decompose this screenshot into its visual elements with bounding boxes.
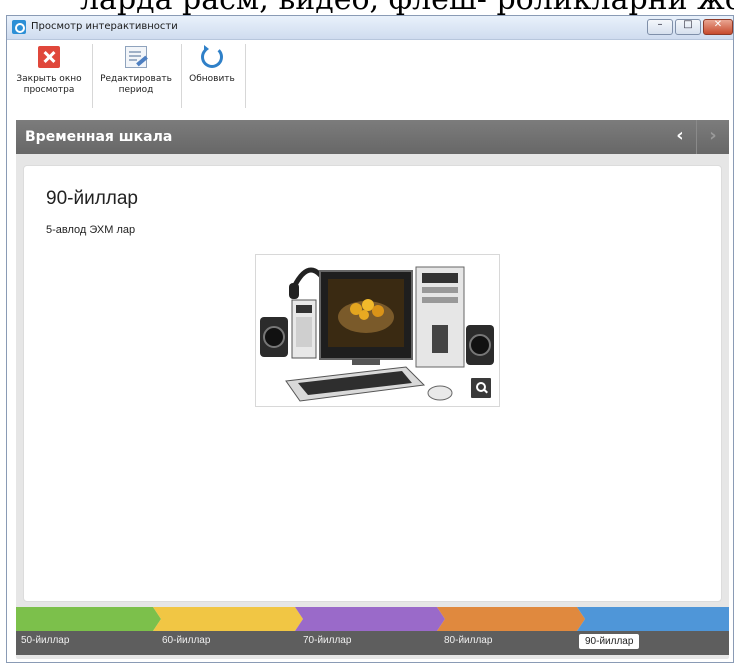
timeline-bar: 50-йиллар 60-йиллар 70-йиллар 80-йиллар …	[16, 607, 729, 655]
chevron-right-icon: ›	[709, 125, 717, 146]
window-title: Просмотр интерактивности	[31, 21, 178, 32]
content-subtitle: 5-авлод ЭХМ лар	[46, 224, 136, 236]
maximize-icon: □	[683, 19, 693, 30]
timeline-label-80s[interactable]: 80-йиллар	[444, 635, 492, 646]
app-icon	[12, 20, 26, 34]
timeline-panel: Временная шкала ‹ › 90-йиллар 5-авлод ЭХ…	[16, 120, 729, 659]
panel-header: Временная шкала ‹ ›	[16, 120, 729, 154]
timeline-label-60s[interactable]: 60-йиллар	[162, 635, 210, 646]
edit-period-label-1: Редактировать	[100, 74, 172, 84]
panel-title: Временная шкала	[25, 129, 173, 145]
toolbar: Закрыть окно просмотра Редактировать пер…	[7, 40, 733, 120]
previous-button[interactable]: ‹	[664, 120, 696, 154]
close-window-button[interactable]: ✕	[703, 19, 733, 35]
edit-period-button[interactable]: Редактировать период	[95, 46, 177, 96]
timeline-label-50s[interactable]: 50-йиллар	[21, 635, 69, 646]
close-icon: ✕	[713, 19, 723, 30]
timeline-label-90s[interactable]: 90-йиллар	[579, 634, 640, 649]
timeline-segment-50s	[16, 607, 161, 631]
maximize-button[interactable]: □	[675, 19, 701, 35]
content-image[interactable]	[255, 254, 500, 407]
content-card: 90-йиллар 5-авлод ЭХМ лар	[23, 165, 722, 602]
close-preview-label-2: просмотра	[23, 85, 75, 95]
chevron-left-icon: ‹	[676, 125, 684, 146]
close-preview-label-1: Закрыть окно	[16, 74, 82, 84]
timeline-segment-80s	[437, 607, 585, 631]
timeline-segment-60s	[153, 607, 303, 631]
minimize-button[interactable]: –	[647, 19, 673, 35]
refresh-icon	[201, 45, 223, 68]
edit-icon	[125, 46, 148, 68]
minimize-icon: –	[657, 19, 663, 30]
timeline-label-70s[interactable]: 70-йиллар	[303, 635, 351, 646]
next-button[interactable]: ›	[696, 120, 729, 154]
magnifier-icon[interactable]	[471, 378, 491, 398]
timeline-segment-90s	[577, 607, 729, 631]
close-preview-button[interactable]: Закрыть окно просмотра	[9, 46, 89, 96]
edit-period-label-2: период	[118, 85, 154, 95]
computer-illustration	[260, 266, 494, 402]
content-title: 90-йиллар	[46, 188, 138, 209]
preview-window: Просмотр интерактивности – □ ✕ Закрыть о…	[6, 15, 734, 663]
close-preview-icon	[38, 46, 60, 68]
refresh-button[interactable]: Обновить	[184, 45, 240, 85]
toolbar-divider	[245, 44, 246, 108]
refresh-label: Обновить	[189, 74, 235, 84]
timeline-segment-70s	[295, 607, 445, 631]
title-bar: Просмотр интерактивности – □ ✕	[7, 16, 733, 40]
toolbar-divider	[92, 44, 93, 108]
timeline-segments	[16, 607, 729, 631]
toolbar-divider	[181, 44, 182, 108]
window-controls: – □ ✕	[647, 19, 733, 35]
timeline-labels: 50-йиллар 60-йиллар 70-йиллар 80-йиллар …	[16, 631, 729, 655]
